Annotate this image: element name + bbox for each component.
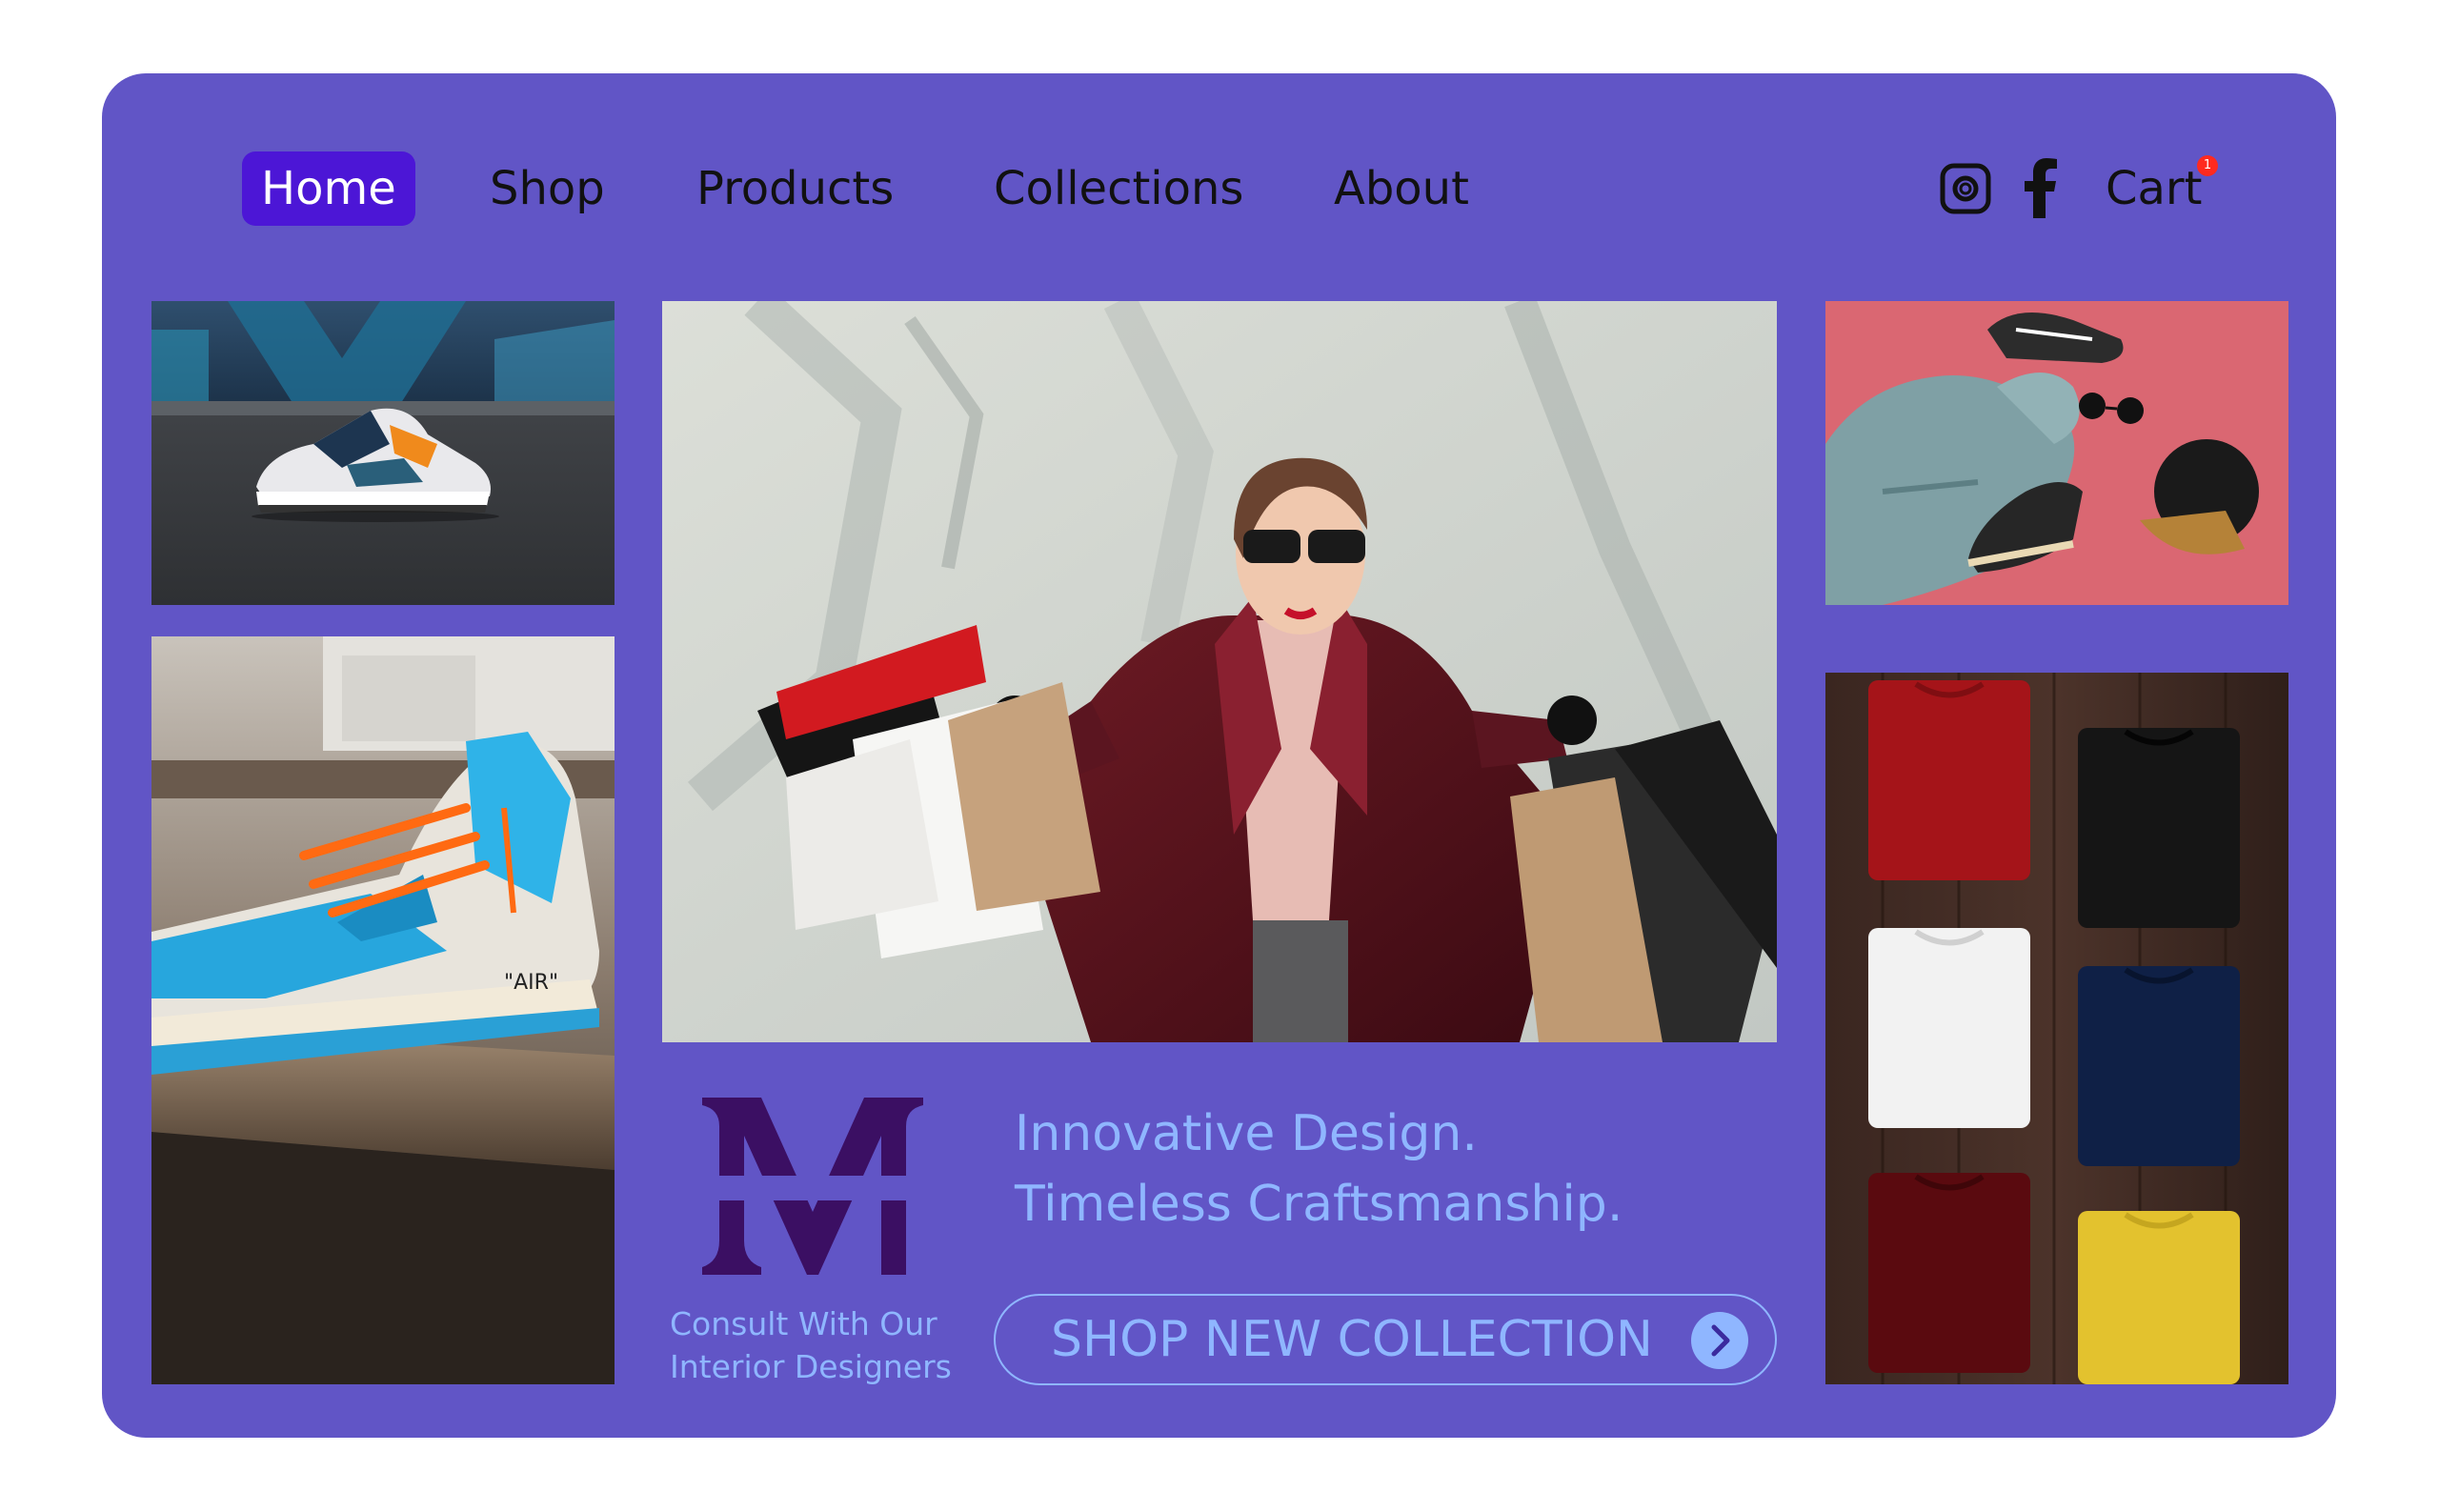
- consult-text: Consult With Our Interior Designers: [670, 1302, 975, 1388]
- nav-about[interactable]: About: [1334, 151, 1469, 226]
- page-frame: Home Shop Products Collections About Car…: [102, 73, 2336, 1438]
- nav-products[interactable]: Products: [696, 151, 894, 226]
- cart-count-badge: 1: [2197, 155, 2218, 176]
- clothing-flatlay-photo[interactable]: [1825, 301, 2288, 605]
- nav-shop[interactable]: Shop: [490, 151, 605, 226]
- cta-label: SHOP NEW COLLECTION: [1051, 1311, 1653, 1368]
- consult-line-1: Consult With Our: [670, 1305, 937, 1342]
- nav-collections[interactable]: Collections: [994, 151, 1243, 226]
- sneaker-street-photo[interactable]: [151, 301, 615, 605]
- woman-with-shopping-bags-photo[interactable]: [662, 301, 1777, 1042]
- facebook-icon[interactable]: [2019, 157, 2061, 218]
- tagline-line-1: Innovative Design.: [1015, 1105, 1478, 1162]
- folded-tshirts-photo[interactable]: [1825, 673, 2288, 1384]
- tagline-line-2: Timeless Craftsmanship.: [1015, 1176, 1623, 1233]
- cart-link[interactable]: Cart: [2106, 151, 2202, 226]
- svg-text:"AIR": "AIR": [504, 971, 558, 995]
- sneaker-air-photo[interactable]: "AIR": [151, 636, 615, 1384]
- consult-line-2: Interior Designers: [670, 1348, 952, 1385]
- chevron-right-icon: [1691, 1312, 1748, 1369]
- shop-new-collection-button[interactable]: SHOP NEW COLLECTION: [994, 1294, 1777, 1385]
- instagram-icon[interactable]: [1939, 162, 1992, 215]
- brand-logo-m: [702, 1098, 923, 1275]
- nav-home[interactable]: Home: [242, 151, 415, 226]
